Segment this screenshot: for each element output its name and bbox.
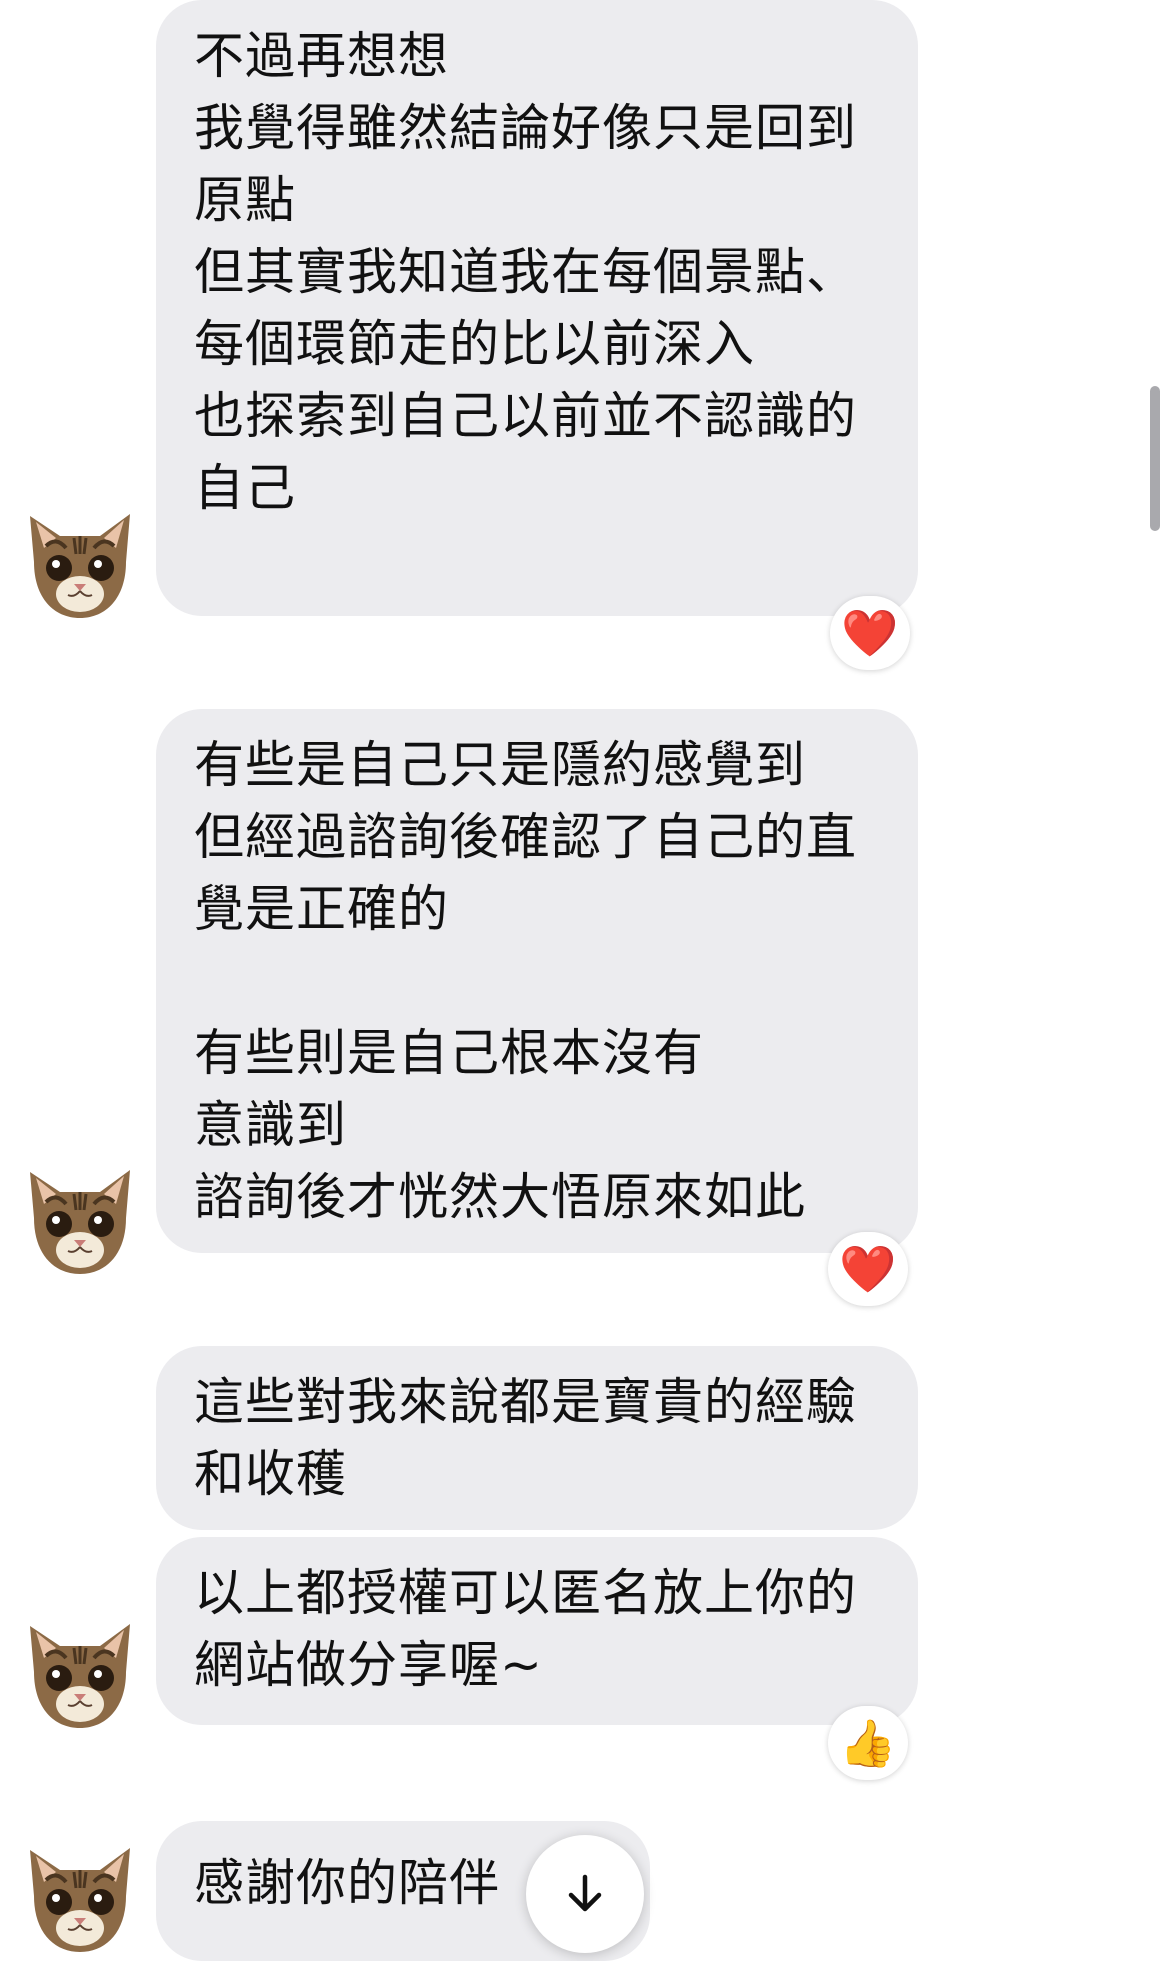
- scroll-to-bottom-button[interactable]: [526, 1835, 644, 1953]
- heart-icon: ❤️: [839, 1242, 897, 1296]
- message-bubble[interactable]: 不過再想想 我覺得雖然結論好像只是回到原點 但其實我知道我在每個景點、每個環節走…: [156, 0, 918, 616]
- cat-face-avatar-icon[interactable]: [16, 1836, 144, 1956]
- message-bubble[interactable]: 有些是自己只是隱約感覺到 但經過諮詢後確認了自己的直覺是正確的 有些則是自己根本…: [156, 709, 918, 1253]
- scrollbar[interactable]: [1150, 386, 1160, 531]
- thumbs-up-icon: 👍: [839, 1716, 897, 1770]
- arrow-down-icon: [568, 1874, 602, 1912]
- heart-icon: ❤️: [841, 606, 899, 660]
- heart-reaction[interactable]: ❤️: [828, 1232, 908, 1306]
- message-bubble[interactable]: 以上都授權可以匿名放上你的網站做分享喔~: [156, 1537, 918, 1725]
- cat-face-avatar-icon[interactable]: [16, 1612, 144, 1732]
- cat-face-avatar-icon[interactable]: [16, 502, 144, 622]
- cat-face-avatar-icon[interactable]: [16, 1158, 144, 1278]
- message-bubble[interactable]: 這些對我來說都是寶貴的經驗和收穫: [156, 1346, 918, 1530]
- thumbs-up-reaction[interactable]: 👍: [828, 1706, 908, 1780]
- heart-reaction[interactable]: ❤️: [830, 596, 910, 670]
